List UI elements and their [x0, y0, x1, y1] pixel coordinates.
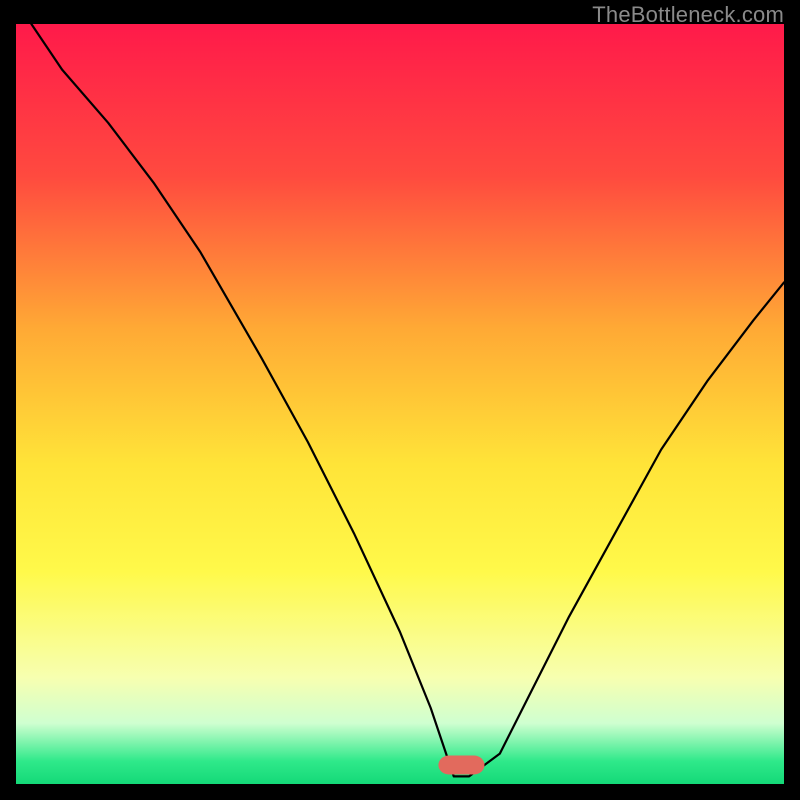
chart-frame: TheBottleneck.com: [0, 0, 800, 800]
plot-area: [16, 24, 784, 784]
watermark-text: TheBottleneck.com: [592, 2, 784, 28]
marker-group: [438, 756, 484, 775]
gradient-background: [16, 24, 784, 784]
chart-svg: [16, 24, 784, 784]
minimum-marker: [438, 756, 484, 775]
